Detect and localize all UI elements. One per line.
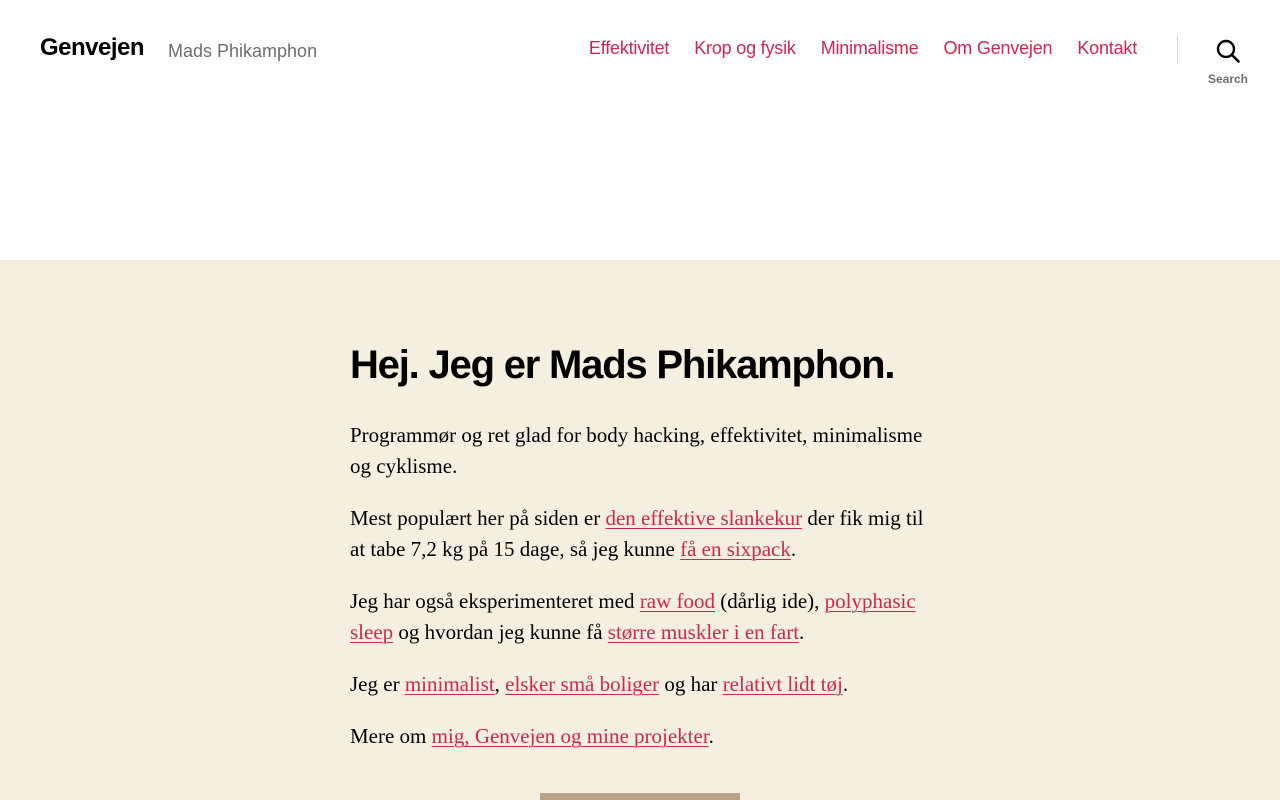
paragraph-experiments: Jeg har også eksperimenteret med raw foo… [350, 586, 930, 648]
site-title[interactable]: Genvejen [40, 34, 145, 62]
menu-item-effektivitet[interactable]: Effektivitet [589, 38, 670, 59]
paragraph-popular: Mest populært her på siden er den effekt… [350, 503, 930, 565]
search-button[interactable]: Search [1198, 36, 1258, 88]
link-lidt-toej[interactable]: relativt lidt tøj [723, 672, 843, 696]
menu-item-kontakt[interactable]: Kontakt [1077, 38, 1137, 59]
paragraph-more: Mere om mig, Genvejen og mine projekter. [350, 721, 930, 752]
text: Jeg har også eksperimenteret med [350, 589, 640, 613]
text: og hvordan jeg kunne få [393, 620, 608, 644]
link-sixpack[interactable]: få en sixpack [680, 537, 791, 561]
header-divider [1177, 36, 1178, 64]
text: . [790, 537, 797, 561]
text: Programmør og ret glad for body hacking,… [350, 423, 923, 478]
link-om-mig[interactable]: mig, Genvejen og mine projekter [432, 724, 709, 748]
main-content: Hej. Jeg er Mads Phikamphon. Programmør … [0, 260, 1280, 800]
primary-menu: Effektivitet Krop og fysik Minimalisme O… [589, 38, 1137, 59]
search-icon [1215, 36, 1241, 64]
link-raw-food[interactable]: raw food [640, 589, 715, 613]
menu-item-krop-og-fysik[interactable]: Krop og fysik [694, 38, 796, 59]
text: . [842, 672, 849, 696]
text: . [708, 724, 714, 748]
paragraph-intro: Programmør og ret glad for body hacking,… [350, 420, 930, 482]
paragraph-minimalism: Jeg er minimalist, elsker små boliger og… [350, 669, 930, 700]
link-stoerre-muskler[interactable]: større muskler i en fart [608, 620, 799, 644]
text: Mere om [350, 724, 432, 748]
entry-content: Hej. Jeg er Mads Phikamphon. Programmør … [350, 340, 930, 773]
text: Jeg er [350, 672, 405, 696]
featured-image [540, 793, 740, 800]
page-title: Hej. Jeg er Mads Phikamphon. [350, 343, 896, 387]
text: (dårlig ide), [715, 589, 825, 613]
text: Mest populært her på siden er [350, 506, 606, 530]
link-slankekur[interactable]: den effektive slankekur [605, 506, 802, 530]
site-header: Genvejen Mads Phikamphon Effektivitet Kr… [0, 0, 1280, 260]
text: . [799, 620, 805, 644]
link-minimalist[interactable]: minimalist [405, 672, 495, 696]
menu-item-om-genvejen[interactable]: Om Genvejen [944, 38, 1053, 59]
text: , [494, 672, 506, 696]
menu-item-minimalisme[interactable]: Minimalisme [821, 38, 919, 59]
site-description: Mads Phikamphon [168, 41, 318, 61]
text: og har [659, 672, 723, 696]
link-smaa-boliger[interactable]: elsker små boliger [505, 672, 659, 696]
search-label: Search [1207, 72, 1249, 86]
